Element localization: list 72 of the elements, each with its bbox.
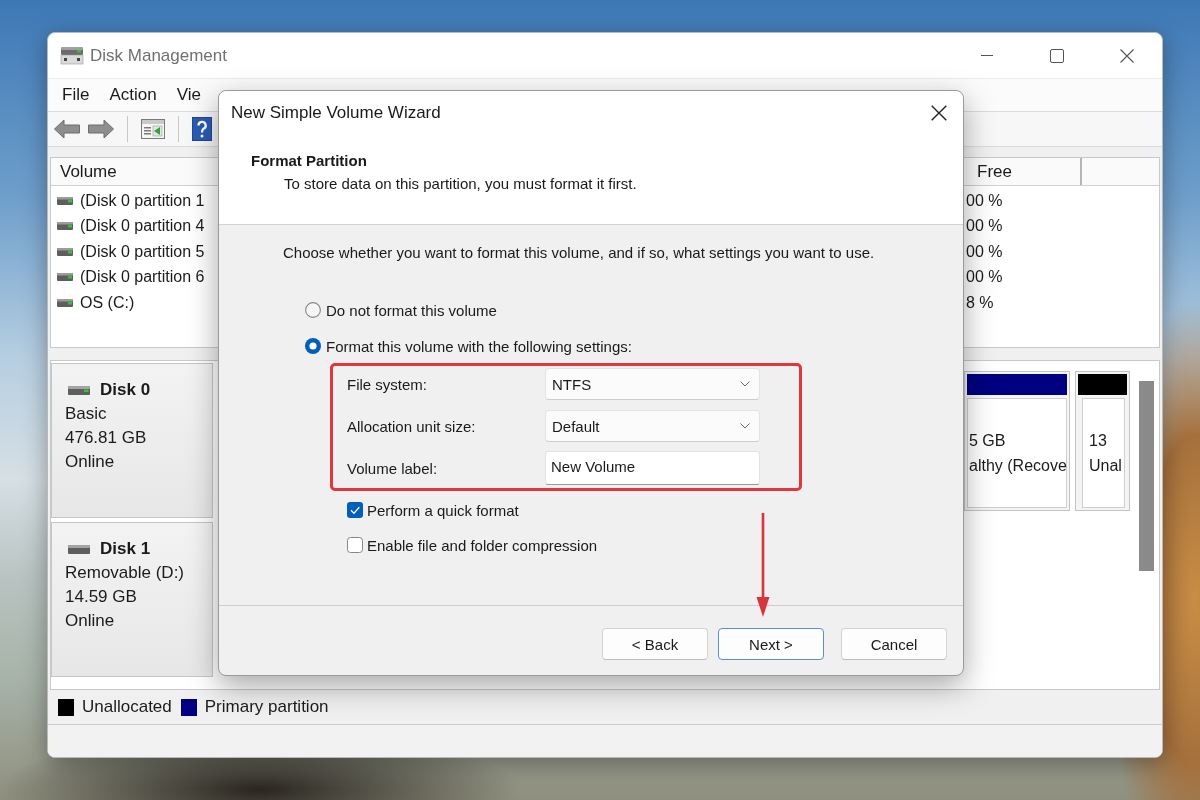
partition-status: althy (Recove xyxy=(969,456,1066,476)
panel-icon[interactable] xyxy=(141,119,165,139)
drive-icon xyxy=(60,46,84,65)
column-header[interactable]: Volume xyxy=(51,158,218,185)
forward-arrow-icon[interactable] xyxy=(88,119,114,139)
legend-label: Primary partition xyxy=(204,697,329,717)
volume-name[interactable]: OS (C:) xyxy=(80,293,135,312)
checkbox-label[interactable]: Perform a quick format xyxy=(367,501,519,519)
partition-block[interactable]: 13 Unal xyxy=(1075,371,1130,511)
dropdown[interactable]: Default xyxy=(545,410,760,442)
close-icon[interactable] xyxy=(931,105,947,121)
page-description: To store data on this partition, you must format it first. xyxy=(284,174,637,194)
disk-name: Disk 0 xyxy=(100,380,151,400)
volume-name[interactable]: (Disk 0 partition 6 xyxy=(80,268,205,287)
dropdown[interactable]: NTFS xyxy=(545,368,760,400)
volume-name[interactable]: (Disk 0 partition 4 xyxy=(80,217,205,236)
checkbox[interactable] xyxy=(347,502,363,518)
text-field[interactable]: New Volume xyxy=(545,451,760,485)
help-icon[interactable] xyxy=(192,117,212,141)
disk-status: Online xyxy=(65,610,115,632)
checkbox[interactable] xyxy=(347,537,363,553)
disk-label-panel[interactable]: Disk 1 Removable (D:) 14.59 GB Online xyxy=(51,522,213,677)
drive-icon xyxy=(57,196,73,205)
drive-icon xyxy=(57,273,73,282)
disk-status: Online xyxy=(65,451,115,473)
disk-type: Basic xyxy=(65,403,107,425)
instruction-text: Choose whether you want to format this volume, and if so, what settings you want to use. xyxy=(283,243,875,263)
menu-item[interactable]: Vie xyxy=(166,82,211,108)
disk-type: Removable (D:) xyxy=(65,562,185,584)
next-button[interactable]: Next > xyxy=(718,628,824,660)
drive-icon xyxy=(57,247,73,256)
field-label: Allocation unit size: xyxy=(347,417,477,435)
field-label: Volume label: xyxy=(347,459,439,477)
back-button[interactable]: < Back xyxy=(602,628,708,660)
free-space-percent: 00 % xyxy=(965,217,1003,236)
radio-label[interactable]: Do not format this volume xyxy=(326,301,497,319)
disk-size: 14.59 GB xyxy=(65,586,137,608)
chevron-icon xyxy=(740,423,750,429)
close-icon[interactable] xyxy=(1120,48,1134,63)
disk-name: Disk 1 xyxy=(100,539,151,559)
volume-name[interactable]: (Disk 0 partition 1 xyxy=(80,191,205,210)
radio-button[interactable] xyxy=(305,338,321,354)
free-space-percent: 00 % xyxy=(965,242,1003,261)
drive-icon xyxy=(68,544,90,554)
scrollbar[interactable] xyxy=(1139,381,1154,571)
free-space-percent: 8 % xyxy=(965,293,994,312)
disk-size: 476.81 GB xyxy=(65,427,147,449)
volume-name[interactable]: (Disk 0 partition 5 xyxy=(80,242,205,261)
menu-item[interactable]: Action xyxy=(99,82,167,108)
checkbox-label[interactable]: Enable file and folder compression xyxy=(367,536,598,554)
dialog-title: New Simple Volume Wizard xyxy=(231,103,441,123)
partition-size: 5 GB xyxy=(969,431,1007,451)
chevron-icon xyxy=(740,381,750,387)
menu-item[interactable]: File xyxy=(52,82,100,108)
drive-icon xyxy=(57,222,73,231)
back-arrow-icon[interactable] xyxy=(54,119,80,139)
page-heading: Format Partition xyxy=(251,151,367,171)
partition-block[interactable]: 5 GB althy (Recove xyxy=(964,371,1070,511)
drive-icon xyxy=(57,298,73,307)
radio-label[interactable]: Format this volume with the following settings: xyxy=(326,337,632,355)
window-title: Disk Management xyxy=(90,45,227,66)
maximize-icon[interactable] xyxy=(1050,48,1064,63)
free-space-percent: 00 % xyxy=(965,191,1003,210)
partition-status: Unal xyxy=(1089,456,1123,476)
legend-label: Unallocated xyxy=(82,697,172,717)
radio-button[interactable] xyxy=(305,302,321,318)
cancel-button[interactable]: Cancel xyxy=(841,628,947,660)
free-space-percent: 00 % xyxy=(965,268,1003,287)
drive-icon xyxy=(68,385,90,395)
disk-label-panel[interactable]: Disk 0 Basic 476.81 GB Online xyxy=(51,363,213,518)
partition-size: 13 xyxy=(1089,431,1108,451)
field-label: File system: xyxy=(347,375,428,393)
